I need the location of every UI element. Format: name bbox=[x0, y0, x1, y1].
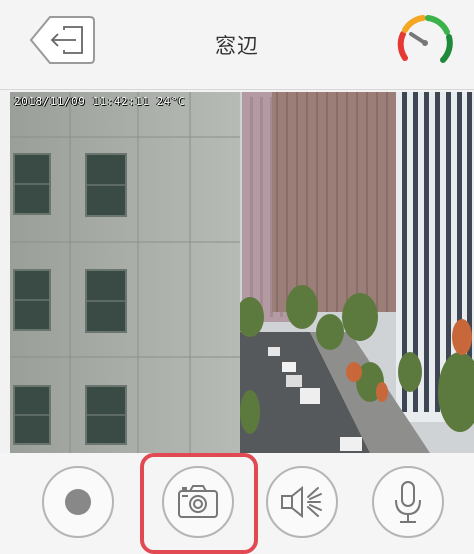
speaker-button[interactable] bbox=[266, 466, 338, 538]
snapshot-button[interactable] bbox=[162, 466, 234, 538]
header-bar: 窓辺 bbox=[0, 0, 474, 90]
camera-live-view[interactable]: 2018/11/09 11:42:11 24°C bbox=[10, 92, 474, 453]
signal-gauge-icon bbox=[397, 15, 453, 63]
microphone-button[interactable] bbox=[372, 466, 444, 538]
microphone-icon bbox=[395, 481, 421, 523]
camera-timestamp-overlay: 2018/11/09 11:42:11 24°C bbox=[14, 95, 185, 108]
record-icon bbox=[65, 489, 91, 515]
camera-icon bbox=[178, 485, 218, 518]
signal-gauge-button[interactable] bbox=[393, 10, 457, 74]
record-button[interactable] bbox=[42, 466, 114, 538]
camera-scene-image bbox=[10, 92, 474, 453]
control-bar bbox=[0, 453, 474, 554]
speaker-icon bbox=[281, 485, 322, 519]
